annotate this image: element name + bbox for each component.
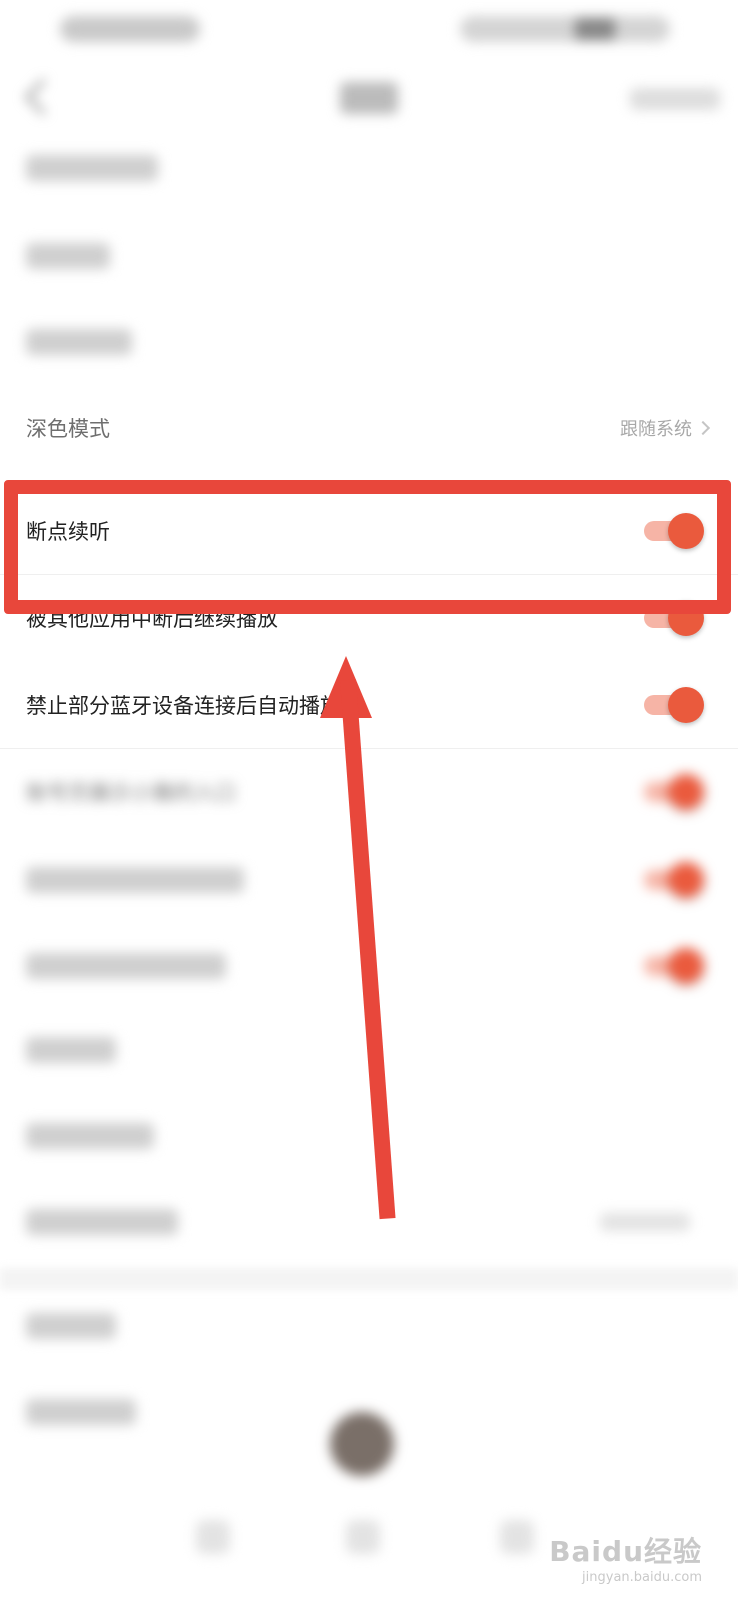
setting-label: 深色模式 bbox=[26, 417, 110, 441]
setting-row[interactable] bbox=[0, 212, 738, 300]
setting-row-dark-mode[interactable]: 深色模式 跟随系统 bbox=[0, 384, 738, 472]
battery-icon bbox=[575, 18, 615, 40]
setting-toggle[interactable] bbox=[644, 862, 704, 898]
toggle-knob bbox=[668, 862, 704, 898]
tab-icon[interactable] bbox=[196, 1520, 230, 1554]
nav-action[interactable] bbox=[630, 88, 720, 110]
status-indicators bbox=[460, 16, 670, 42]
setting-label bbox=[26, 1123, 154, 1149]
setting-row[interactable] bbox=[0, 124, 738, 212]
setting-row[interactable] bbox=[0, 298, 738, 386]
setting-toggle[interactable] bbox=[644, 948, 704, 984]
tab-icon[interactable] bbox=[346, 1520, 380, 1554]
status-time bbox=[60, 16, 200, 42]
page-title bbox=[340, 82, 398, 114]
bluetooth-autoplay-toggle[interactable] bbox=[644, 687, 704, 723]
watermark-url: jingyan.baidu.com bbox=[582, 1570, 702, 1585]
setting-label bbox=[26, 1313, 116, 1339]
setting-value: 跟随系统 bbox=[620, 419, 692, 440]
setting-label bbox=[26, 953, 226, 979]
toggle-knob bbox=[668, 774, 704, 810]
setting-label: 账号页展示小雅的入口 bbox=[26, 781, 236, 805]
tab-icon[interactable] bbox=[500, 1520, 534, 1554]
setting-label bbox=[26, 1037, 116, 1063]
setting-label bbox=[26, 867, 244, 893]
watermark-text: Baidu经验 bbox=[549, 1535, 702, 1568]
watermark: Baidu经验 jingyan.baidu.com bbox=[549, 1530, 702, 1585]
chevron-right-icon bbox=[695, 420, 711, 436]
setting-row[interactable] bbox=[0, 1178, 738, 1266]
account-entry-toggle[interactable] bbox=[644, 774, 704, 810]
setting-row[interactable] bbox=[0, 1282, 738, 1370]
setting-label bbox=[26, 1209, 178, 1235]
setting-label bbox=[26, 155, 158, 181]
setting-row[interactable] bbox=[0, 1092, 738, 1180]
toggle-knob bbox=[668, 687, 704, 723]
back-icon[interactable] bbox=[24, 78, 62, 116]
annotation-highlight-box bbox=[4, 480, 731, 614]
setting-value bbox=[600, 1213, 690, 1231]
toggle-knob bbox=[668, 948, 704, 984]
setting-label: 禁止部分蓝牙设备连接后自动播放 bbox=[26, 694, 341, 718]
setting-label bbox=[26, 329, 132, 355]
avatar[interactable] bbox=[330, 1412, 394, 1476]
setting-row-account-entry[interactable]: 账号页展示小雅的入口 bbox=[0, 748, 738, 836]
status-bar bbox=[0, 0, 738, 60]
setting-label bbox=[26, 243, 110, 269]
